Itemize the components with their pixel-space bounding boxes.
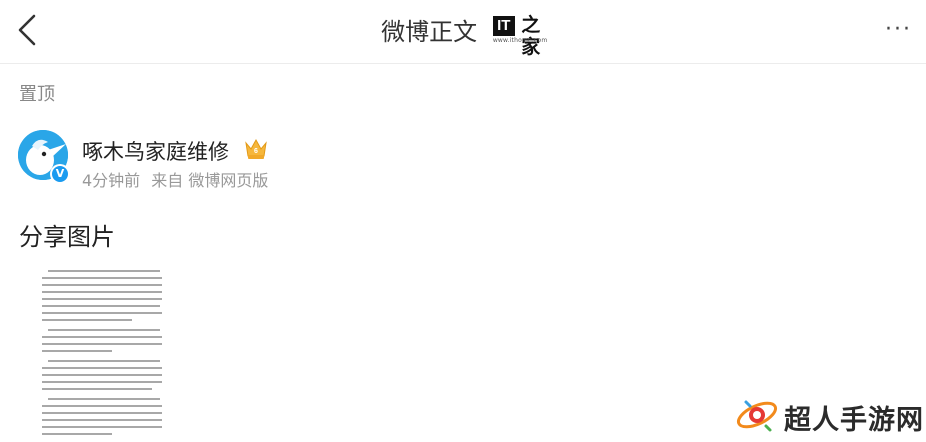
document-text-line: [42, 312, 162, 314]
document-text-line: [42, 350, 112, 352]
post-meta: 4分钟前 来自 微博网页版: [82, 167, 274, 191]
author-name[interactable]: 啄木鸟家庭维修: [82, 136, 229, 166]
document-text-line: [42, 367, 162, 369]
document-text-line: [42, 305, 160, 307]
document-text-line: [42, 405, 162, 407]
site-watermark: 超人手游网: [734, 392, 924, 438]
document-text-line: [42, 336, 162, 338]
document-text-line: [42, 374, 162, 376]
watermark-logo-icon: [736, 400, 778, 432]
crown-badge-icon[interactable]: 6: [243, 136, 269, 162]
page-title-group: 微博正文 IT 之家 www.ithome.com: [0, 12, 926, 58]
document-text-line: [42, 419, 162, 421]
document-text-line: [42, 388, 152, 390]
document-text-line: [42, 291, 162, 293]
post-image-thumbnail[interactable]: [38, 262, 166, 442]
document-text-line: [42, 412, 162, 414]
document-text-line: [42, 433, 112, 435]
ithome-logo: IT 之家 www.ithome.com: [492, 13, 548, 58]
document-text-line: [48, 360, 160, 362]
post-source: 来自 微博网页版: [151, 171, 269, 190]
document-text-line: [42, 319, 132, 321]
verified-badge: V: [50, 164, 70, 184]
document-text-line: [48, 270, 160, 272]
more-options-button[interactable]: ···: [885, 19, 912, 41]
document-text-line: [42, 298, 162, 300]
document-text-line: [48, 329, 160, 331]
more-horizontal-icon: ···: [885, 17, 912, 42]
post-time: 4分钟前: [82, 171, 141, 190]
document-text-line: [42, 343, 162, 345]
verified-v-icon: V: [52, 166, 68, 182]
post-text: 分享图片: [19, 223, 115, 251]
document-text-line: [42, 284, 162, 286]
document-text-line: [42, 381, 162, 383]
document-text-line: [42, 426, 162, 428]
svg-text:6: 6: [254, 148, 258, 155]
top-nav-bar: 微博正文 IT 之家 www.ithome.com ···: [0, 0, 926, 64]
pinned-label: 置顶: [19, 84, 55, 105]
page-title: 微博正文: [381, 18, 478, 46]
document-text-line: [42, 277, 162, 279]
document-text-line: [48, 398, 160, 400]
watermark-text: 超人手游网: [784, 405, 924, 436]
